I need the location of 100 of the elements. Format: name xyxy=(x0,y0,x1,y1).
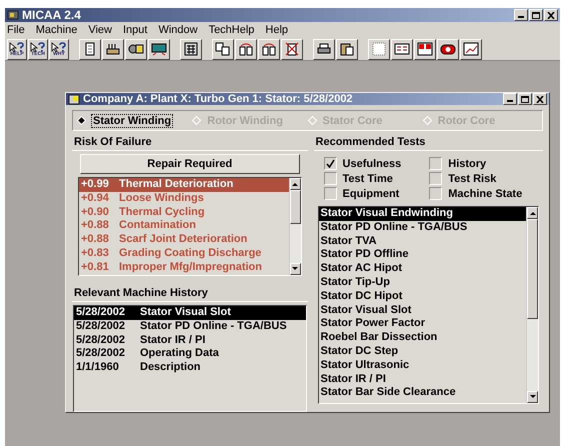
maximize-icon xyxy=(521,96,529,102)
test-row[interactable]: Stator Visual Slot xyxy=(318,304,526,318)
grid-icon xyxy=(371,42,387,56)
checkbox-label: History xyxy=(448,158,486,170)
test-row[interactable]: Roebel Bar Dissection xyxy=(318,331,526,345)
menu-item[interactable]: File xyxy=(7,24,25,36)
close-button[interactable] xyxy=(544,9,558,21)
clipboard-icon xyxy=(339,42,355,56)
window-title: Company A: Plant X: Turbo Gen 1: Stator: 5/28/2002 xyxy=(83,93,354,105)
diamond-icon xyxy=(192,116,202,125)
test-row[interactable]: Stator Tip-Up xyxy=(318,276,526,290)
toolbar-button[interactable] xyxy=(79,38,101,60)
checkbox[interactable] xyxy=(324,157,337,170)
test-row[interactable]: Stator DC Step xyxy=(318,344,526,359)
history-row[interactable]: 5/28/2002 Stator IR / PI xyxy=(74,334,306,348)
toolbar-button[interactable] xyxy=(414,38,436,60)
pointer-question-icon xyxy=(9,42,25,52)
pointer-question-icon xyxy=(30,42,46,52)
toolbar-button[interactable] xyxy=(437,38,459,60)
swap-icon xyxy=(238,42,254,56)
toolbar-button[interactable] xyxy=(212,38,234,60)
close-icon xyxy=(536,96,544,102)
scrollbar[interactable] xyxy=(526,207,538,403)
section-heading: Relevant Machine History xyxy=(72,285,308,302)
test-row[interactable]: Stator AC Hipot xyxy=(318,262,526,276)
history-row[interactable]: 5/28/2002 Operating Data xyxy=(74,347,306,362)
history-row[interactable]: 5/28/2002 Stator Visual Slot xyxy=(74,306,306,320)
up-arrow-icon xyxy=(292,182,298,186)
checkbox-label: Test Risk xyxy=(448,172,496,184)
toolbar-button[interactable] xyxy=(148,38,170,60)
copy-icon xyxy=(215,42,231,56)
checkbox-label: Usefulness xyxy=(342,158,402,170)
test-row[interactable]: Stator Visual Endwinding xyxy=(318,207,526,221)
swap-icon xyxy=(261,42,277,56)
calculator-icon xyxy=(183,42,199,56)
menu-item[interactable]: TechHelp xyxy=(208,24,254,36)
test-row[interactable]: Stator DC Hipot xyxy=(318,290,526,304)
maximize-button[interactable] xyxy=(529,9,543,21)
menu-item[interactable]: View xyxy=(88,24,112,36)
test-row[interactable]: Stator PD Online - TGA/BUS xyxy=(318,220,526,235)
test-row[interactable]: Stator TVA xyxy=(318,234,526,248)
menu-item[interactable]: Window xyxy=(158,24,198,36)
history-row[interactable]: 5/28/2002 Stator PD Online - TGA/BUS xyxy=(74,320,306,334)
toolbar-button[interactable] xyxy=(281,38,303,60)
checkbox[interactable] xyxy=(324,187,337,200)
minimize-button[interactable] xyxy=(514,9,528,21)
toolbar-button[interactable] xyxy=(125,38,147,60)
history-row[interactable]: 1/1/1960 Description xyxy=(74,361,306,375)
toolbar-button[interactable] xyxy=(336,38,358,60)
toolbar-button[interactable] xyxy=(180,38,202,60)
menu-item[interactable]: Input xyxy=(122,24,148,36)
form-icon xyxy=(394,42,410,56)
checkbox-label: Machine State xyxy=(448,188,522,200)
toolbar-button[interactable] xyxy=(313,38,335,60)
down-arrow-icon xyxy=(530,395,536,399)
test-row[interactable]: Stator Power Factor xyxy=(318,317,526,332)
minimize-button[interactable] xyxy=(503,93,517,105)
menu-item[interactable]: Help xyxy=(265,24,288,36)
up-arrow-icon xyxy=(530,211,536,215)
toolbar-button[interactable] xyxy=(258,38,280,60)
close-icon xyxy=(547,12,555,18)
machine-icon xyxy=(105,42,121,56)
close-button[interactable] xyxy=(533,93,547,105)
first-aid-icon xyxy=(440,42,456,56)
diamond-icon xyxy=(308,116,316,125)
checkbox[interactable] xyxy=(429,157,442,170)
toolbar-button[interactable] xyxy=(102,38,124,60)
toolbar-button[interactable] xyxy=(391,38,413,60)
app-icon xyxy=(7,10,19,20)
checkbox[interactable] xyxy=(429,172,442,185)
menu-item[interactable]: Machine xyxy=(36,24,78,36)
section-heading: Risk Of Failure xyxy=(72,134,308,151)
test-row[interactable]: Stator Ultrasonic xyxy=(318,358,526,373)
scrollbar[interactable] xyxy=(288,178,301,275)
toolbar-button[interactable] xyxy=(460,38,482,60)
test-row[interactable]: Stator Bar Side Clearance xyxy=(318,386,526,400)
diamond-icon xyxy=(422,116,432,125)
diamond-icon xyxy=(77,116,86,125)
printer-icon xyxy=(316,42,332,56)
maximize-icon xyxy=(532,12,540,18)
delete-icon xyxy=(284,42,300,56)
pointer-question-icon xyxy=(51,42,67,52)
risk-row[interactable]: +0.99 Thermal Deterioration xyxy=(79,178,289,192)
test-row[interactable]: Stator PD Offline xyxy=(318,248,526,262)
window-title: MICAA 2.4 xyxy=(22,8,82,22)
checkbox-label: Test Time xyxy=(342,172,393,184)
line-chart-icon xyxy=(463,42,479,56)
maximize-button[interactable] xyxy=(518,93,532,105)
section-heading: Recommended Tests xyxy=(314,134,543,151)
roll-icon xyxy=(128,42,144,56)
screen-icon xyxy=(151,42,167,56)
repair-button[interactable]: Repair Required xyxy=(80,154,300,174)
checkbox[interactable] xyxy=(324,172,337,185)
test-row[interactable]: Stator IR / PI xyxy=(318,372,526,386)
tab[interactable]: Stator Winding xyxy=(77,114,192,126)
toolbar-button[interactable] xyxy=(235,38,257,60)
down-arrow-icon xyxy=(292,267,298,271)
calendar-icon xyxy=(417,42,433,56)
toolbar-button[interactable] xyxy=(368,38,390,60)
checkbox[interactable] xyxy=(429,187,442,200)
